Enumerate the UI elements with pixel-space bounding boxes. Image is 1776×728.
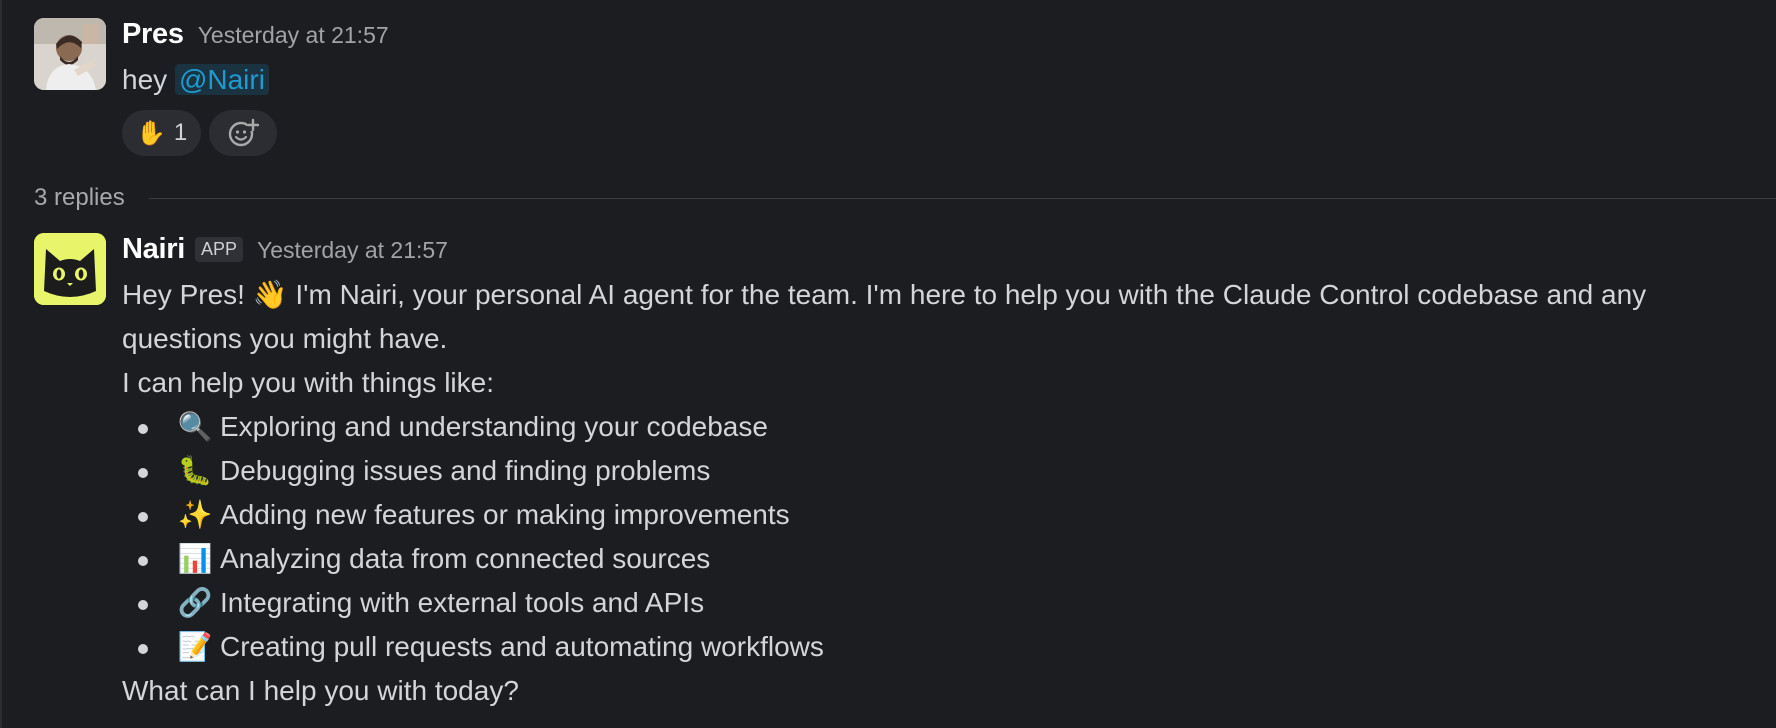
list-lead: I can help you with things like:	[122, 367, 494, 398]
reaction-count: 1	[173, 119, 188, 146]
user-mention[interactable]: @Nairi	[174, 64, 269, 95]
bullet-icon	[138, 644, 148, 654]
capabilities-list: 🔍 Exploring and understanding your codeba…	[122, 405, 1756, 669]
bullet-icon	[138, 424, 148, 434]
list-item-text: Adding new features or making improvemen…	[220, 499, 790, 530]
add-reaction-button[interactable]	[209, 110, 278, 156]
divider-line	[148, 197, 1776, 199]
closing-question: What can I help you with today?	[122, 675, 519, 706]
raised-hand-icon: ✋	[136, 119, 166, 147]
message-pres[interactable]: Pres Yesterday at 21:57 hey @Nairi ✋ 1	[34, 18, 1776, 156]
person-avatar-icon	[34, 18, 106, 90]
author-name[interactable]: Nairi	[122, 233, 185, 266]
list-item-text: Integrating with external tools and APIs	[220, 587, 705, 618]
bullet-icon	[138, 468, 148, 478]
intro-body: I'm Nairi, your personal AI agent for th…	[122, 279, 1647, 354]
add-reaction-icon	[229, 118, 260, 147]
timestamp[interactable]: Yesterday at 21:57	[198, 22, 389, 49]
bug-icon: 🐛	[177, 455, 213, 486]
bullet-icon	[138, 512, 148, 522]
replies-count-label[interactable]: 3 replies	[34, 184, 125, 212]
message-intro: Hey Pres! 👋 I'm Nairi, your personal AI …	[122, 273, 1756, 361]
author-name[interactable]: Pres	[122, 18, 184, 51]
list-item-text: Analyzing data from connected sources	[220, 543, 711, 574]
intro-greeting: Hey Pres!	[122, 279, 245, 310]
link-icon: 🔗	[177, 587, 213, 618]
thread-replies-divider: 3 replies	[34, 178, 1776, 218]
sparkles-icon: ✨	[177, 499, 213, 530]
list-item: ✨ Adding new features or making improveme…	[122, 493, 1756, 537]
memo-icon: 📝	[177, 631, 213, 662]
avatar-nairi[interactable]	[34, 233, 106, 305]
bar-chart-icon: 📊	[177, 543, 213, 574]
message-text-prefix: hey	[122, 64, 168, 95]
black-cat-avatar-icon	[34, 233, 106, 305]
magnifier-icon: 🔍	[177, 411, 213, 442]
list-item-text: Creating pull requests and automating wo…	[220, 631, 824, 662]
app-badge: APP	[194, 237, 244, 262]
pane-left-border	[0, 0, 2, 728]
timestamp[interactable]: Yesterday at 21:57	[257, 237, 448, 264]
bullet-icon	[138, 556, 148, 566]
list-item: 📊 Analyzing data from connected sources	[122, 537, 1756, 581]
list-item: 🔗 Integrating with external tools and API…	[122, 581, 1756, 625]
waving-hand-icon: 👋	[252, 279, 288, 310]
list-item: 📝 Creating pull requests and automating w…	[122, 625, 1756, 669]
list-item: 🐛 Debugging issues and finding problems	[122, 449, 1756, 493]
list-item-text: Debugging issues and finding problems	[220, 455, 711, 486]
reactions-bar: ✋ 1	[122, 110, 1756, 156]
bullet-icon	[138, 600, 148, 610]
list-item: 🔍 Exploring and understanding your codeba…	[122, 405, 1756, 449]
avatar-pres[interactable]	[34, 18, 106, 90]
message-text: hey @Nairi	[122, 58, 1756, 102]
list-item-text: Exploring and understanding your codebas…	[220, 411, 768, 442]
message-nairi[interactable]: Nairi APP Yesterday at 21:57 Hey Pres! 👋…	[34, 233, 1776, 723]
reaction-raised-hand[interactable]: ✋ 1	[122, 110, 202, 156]
